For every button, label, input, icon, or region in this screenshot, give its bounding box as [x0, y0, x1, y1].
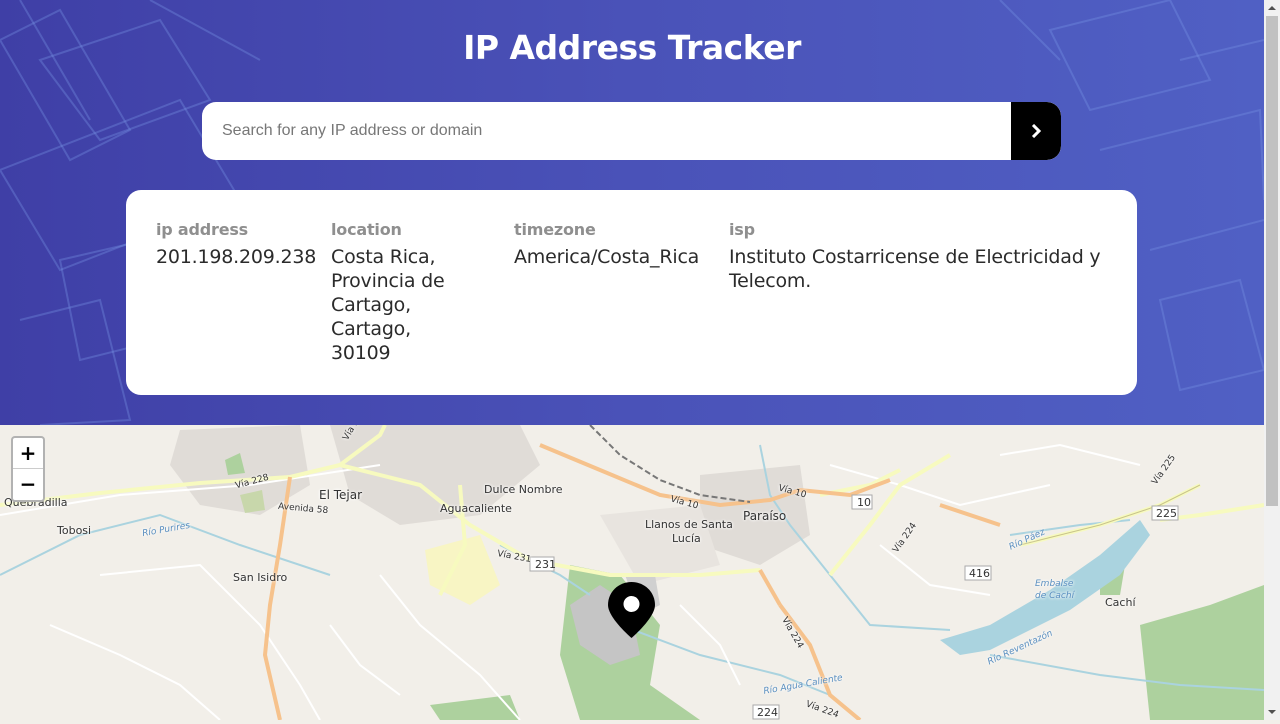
timezone-label: timezone — [514, 220, 596, 239]
ip-address-label: ip address — [156, 220, 249, 239]
location-line: Cartago, — [331, 294, 411, 316]
map-pin-icon — [608, 582, 655, 638]
search-submit-button[interactable] — [1011, 102, 1061, 160]
timezone-section: timezone America/Costa_Rica — [514, 220, 699, 269]
map-zoom-control: + − — [11, 436, 45, 502]
ip-info-card: ip address 201.198.209.238 location Cost… — [126, 190, 1137, 395]
ip-address-value: 201.198.209.238 — [156, 246, 317, 268]
page-title: IP Address Tracker — [463, 28, 801, 67]
isp-label: isp — [729, 220, 755, 239]
scrollbar-thumb[interactable] — [1266, 16, 1278, 506]
route-shield-224: 224 — [757, 706, 778, 719]
route-shield-225: 225 — [1156, 507, 1177, 520]
location-label: location — [331, 220, 402, 239]
chevron-right-icon — [1031, 124, 1041, 138]
zoom-out-button[interactable]: − — [13, 469, 43, 499]
place-label-cachi: Cachí — [1105, 596, 1136, 609]
page-scrollbar[interactable] — [1264, 0, 1280, 720]
location-section: location Costa Rica, Provincia de Cartag… — [331, 220, 445, 365]
timezone-value: America/Costa_Rica — [514, 246, 700, 268]
place-label-aguacaliente: Aguacaliente — [440, 502, 512, 515]
place-label-san-isidro: San Isidro — [233, 571, 288, 584]
scroll-down-arrow-icon[interactable] — [1264, 704, 1280, 720]
place-label-llanos: Llanos de Santa — [645, 518, 733, 531]
location-line: Cartago, — [331, 318, 411, 340]
isp-value: Instituto Costarricense de Electricidad … — [729, 245, 1101, 293]
isp-line: Telecom. — [729, 270, 812, 292]
route-shield-231: 231 — [535, 558, 556, 571]
route-shield-10: 10 — [857, 496, 871, 509]
location-line: Costa Rica, — [331, 246, 436, 268]
lake-label-embalse: Embalse — [1035, 579, 1074, 589]
map-tiles[interactable] — [0, 425, 1264, 720]
place-label-paraiso: Paraíso — [743, 509, 787, 523]
isp-line: Instituto Costarricense de Electricidad … — [729, 246, 1101, 268]
place-label-tobosi: Tobosi — [57, 524, 92, 537]
map-view[interactable]: 231 10 225 416 224 El Tejar Dulce Nombre… — [0, 425, 1264, 720]
lake-label-embalse-2: de Cachí — [1035, 591, 1075, 601]
zoom-in-button[interactable]: + — [13, 438, 43, 469]
place-label-dulce-nombre: Dulce Nombre — [484, 483, 563, 496]
place-label-llanos-2: Lucía — [672, 532, 701, 545]
scroll-up-arrow-icon[interactable] — [1264, 0, 1280, 16]
route-shield-416: 416 — [969, 567, 990, 580]
place-label-el-tejar: El Tejar — [319, 488, 363, 502]
location-line: Provincia de — [331, 270, 445, 292]
location-marker-icon[interactable] — [608, 582, 655, 642]
location-value: Costa Rica, Provincia de Cartago, Cartag… — [331, 245, 445, 365]
search-input[interactable] — [202, 102, 1011, 160]
isp-section: isp Instituto Costarricense de Electrici… — [729, 220, 1101, 293]
search-bar — [202, 102, 1061, 160]
ip-address-section: ip address 201.198.209.238 — [156, 220, 316, 269]
location-line: 30109 — [331, 342, 391, 364]
